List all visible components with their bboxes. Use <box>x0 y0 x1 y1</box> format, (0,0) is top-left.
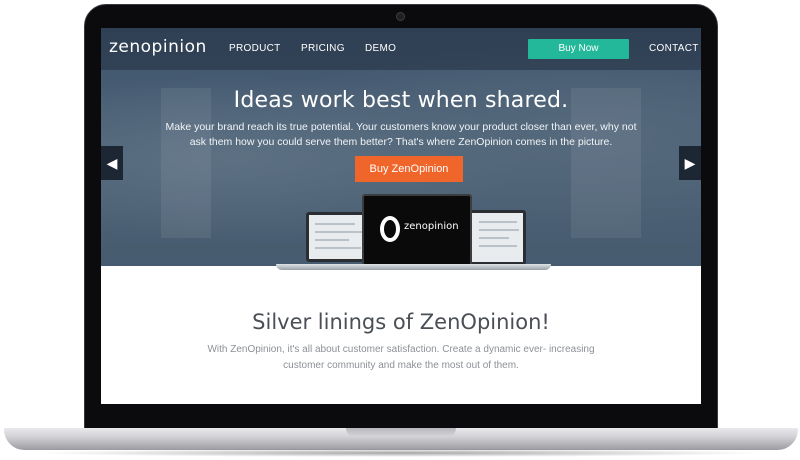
buy-zenopinion-button[interactable]: Buy ZenOpinion <box>355 156 463 182</box>
device-brand-label: zenopinion <box>404 221 459 232</box>
nav-link-product[interactable]: PRODUCT <box>229 43 281 54</box>
nav-link-demo[interactable]: DEMO <box>365 43 396 54</box>
carousel-prev-icon[interactable]: ◀ <box>101 146 123 180</box>
hero-banner: zenopinion PRODUCT PRICING DEMO Buy Now … <box>101 28 701 270</box>
hero-title: Ideas work best when shared. <box>233 88 569 113</box>
device-base <box>276 264 551 270</box>
logo[interactable]: zenopinion <box>109 37 207 57</box>
buy-now-button[interactable]: Buy Now <box>528 39 629 59</box>
section-description: With ZenOpinion, it's all about customer… <box>207 344 595 371</box>
laptop-screen: zenopinion PRODUCT PRICING DEMO Buy Now … <box>101 28 701 404</box>
carousel-next-icon[interactable]: ▶ <box>679 146 701 180</box>
camera-icon <box>396 12 405 21</box>
nav-link-contact[interactable]: CONTACT <box>649 43 699 54</box>
laptop-notch <box>346 428 456 437</box>
section-title: Silver linings of ZenOpinion! <box>252 310 550 334</box>
nav-link-pricing[interactable]: PRICING <box>301 43 345 54</box>
laptop-shadow <box>30 449 770 457</box>
hero-description: Make your brand reach its true potential… <box>165 121 637 148</box>
navbar: zenopinion PRODUCT PRICING DEMO Buy Now … <box>101 28 701 70</box>
laptop-device: zenopinion <box>362 194 472 266</box>
zenopinion-logo-icon <box>380 216 400 242</box>
devices-illustration: zenopinion <box>276 190 551 272</box>
